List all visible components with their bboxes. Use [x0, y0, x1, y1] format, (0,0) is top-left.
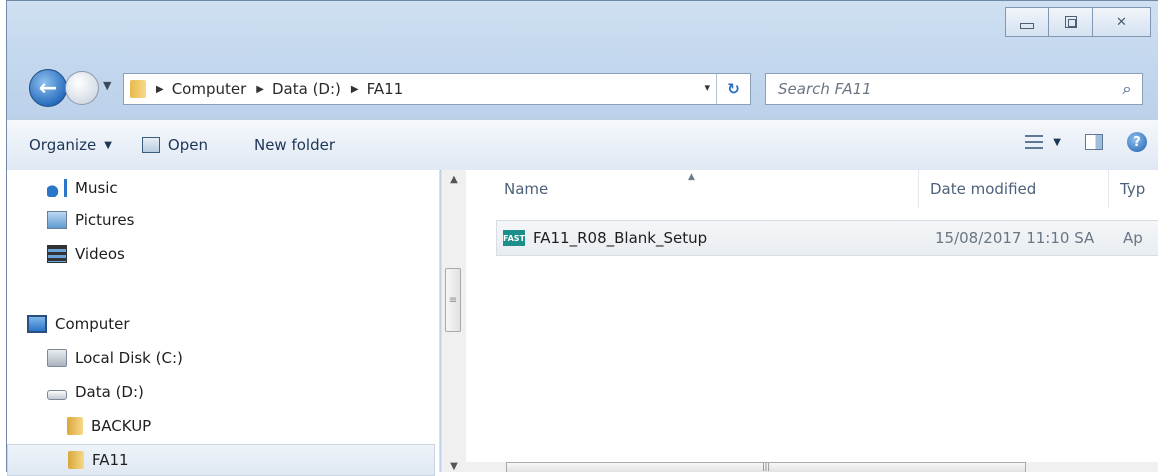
scroll-up-icon[interactable]: ▲: [442, 174, 466, 185]
file-type: Ap: [1123, 229, 1143, 247]
maximize-button[interactable]: [1049, 7, 1093, 37]
close-icon: ✕: [1116, 14, 1127, 30]
folder-icon: [130, 80, 146, 98]
help-icon[interactable]: ?: [1127, 132, 1147, 152]
nav-item-backup[interactable]: BACKUP: [67, 412, 151, 440]
nav-item-music[interactable]: Music: [47, 174, 118, 202]
open-icon: [141, 137, 160, 153]
videos-icon: [47, 245, 67, 263]
restore-icon: [1064, 16, 1077, 28]
minimize-button[interactable]: [1005, 7, 1049, 37]
forward-button[interactable]: [65, 71, 99, 105]
file-date-modified: 15/08/2017 11:10 SA: [935, 229, 1095, 247]
application-icon: FAST: [503, 230, 525, 246]
pictures-icon: [47, 211, 67, 229]
view-controls: ▼ ?: [1025, 132, 1147, 152]
column-name[interactable]: Name: [504, 180, 548, 198]
search-input[interactable]: [776, 79, 1112, 99]
scrollbar-thumb[interactable]: ≡: [445, 268, 461, 332]
open-button[interactable]: Open: [141, 136, 208, 154]
drive-icon: [47, 390, 67, 400]
chevron-down-icon: ▼: [104, 139, 112, 151]
views-icon: [1025, 135, 1044, 149]
breadcrumb-separator-icon: ▶: [156, 83, 164, 95]
close-button[interactable]: ✕: [1093, 7, 1151, 37]
file-list: ▲ Name Date modified Typ FAST FA11_R08_B…: [466, 170, 1158, 472]
nav-item-local-disk-c[interactable]: Local Disk (C:): [47, 344, 183, 372]
nav-item-computer[interactable]: Computer: [27, 310, 130, 338]
nav-item-pictures[interactable]: Pictures: [47, 206, 134, 234]
breadcrumb-separator-icon: ▶: [256, 83, 264, 95]
column-divider[interactable]: [1108, 170, 1109, 208]
search-box: ⌕: [765, 73, 1143, 105]
nav-item-fa11[interactable]: FA11: [7, 444, 435, 476]
file-name: FA11_R08_Blank_Setup: [533, 229, 708, 247]
folder-icon: [67, 417, 83, 435]
scroll-down-icon[interactable]: ▼: [442, 461, 466, 472]
navigation-bar: ← ▼ ▶Computer ▶Data (D:) ▶FA11 ▾ ↻ ⌕: [29, 67, 1151, 111]
column-header-row: ▲ Name Date modified Typ: [466, 170, 1158, 208]
music-icon: [47, 179, 67, 197]
sort-ascending-icon: ▲: [688, 172, 695, 182]
recent-pages-dropdown[interactable]: ▼: [103, 79, 111, 92]
refresh-icon: ↻: [727, 80, 740, 98]
explorer-window: ✕ ← ▼ ▶Computer ▶Data (D:) ▶FA11 ▾ ↻ ⌕ O…: [6, 0, 1158, 476]
column-divider[interactable]: [918, 170, 919, 208]
column-date-modified[interactable]: Date modified: [930, 180, 1036, 198]
command-bar: Organize ▼ Open New folder ▼ ?: [7, 119, 1158, 171]
back-button[interactable]: ←: [29, 69, 67, 107]
navigation-pane-scrollbar[interactable]: ▲ ≡ ▼: [441, 170, 466, 472]
local-disk-icon: [47, 349, 67, 367]
caption-buttons: ✕: [1005, 7, 1151, 37]
search-icon[interactable]: ⌕: [1112, 79, 1142, 99]
file-row[interactable]: FAST FA11_R08_Blank_Setup 15/08/2017 11:…: [496, 220, 1158, 256]
nav-item-videos[interactable]: Videos: [47, 240, 125, 268]
breadcrumb-fa11[interactable]: ▶ FA11: [351, 80, 403, 98]
breadcrumb-separator-icon: ▶: [350, 83, 359, 95]
minimize-icon: [1020, 23, 1034, 29]
change-view-button[interactable]: ▼: [1025, 135, 1061, 149]
chevron-down-icon: ▼: [1053, 136, 1061, 148]
navigation-pane: Music Pictures Videos Computer Local Dis…: [7, 170, 440, 476]
nav-item-data-d[interactable]: Data (D:): [47, 378, 144, 406]
breadcrumb-computer[interactable]: ▶ Computer: [156, 80, 246, 98]
breadcrumb-data-d[interactable]: ▶ Data (D:): [256, 80, 341, 98]
organize-button[interactable]: Organize ▼: [29, 136, 112, 154]
refresh-button[interactable]: ↻: [716, 74, 750, 104]
folder-icon: [68, 451, 84, 469]
computer-icon: [27, 315, 47, 333]
column-type[interactable]: Typ: [1120, 180, 1145, 198]
new-folder-button[interactable]: New folder: [254, 136, 335, 154]
preview-pane-icon[interactable]: [1085, 134, 1103, 150]
address-dropdown-icon[interactable]: ▾: [704, 81, 710, 94]
address-bar[interactable]: ▶ Computer ▶ Data (D:) ▶ FA11 ▾ ↻: [123, 73, 751, 105]
back-arrow-icon: ←: [38, 75, 58, 101]
